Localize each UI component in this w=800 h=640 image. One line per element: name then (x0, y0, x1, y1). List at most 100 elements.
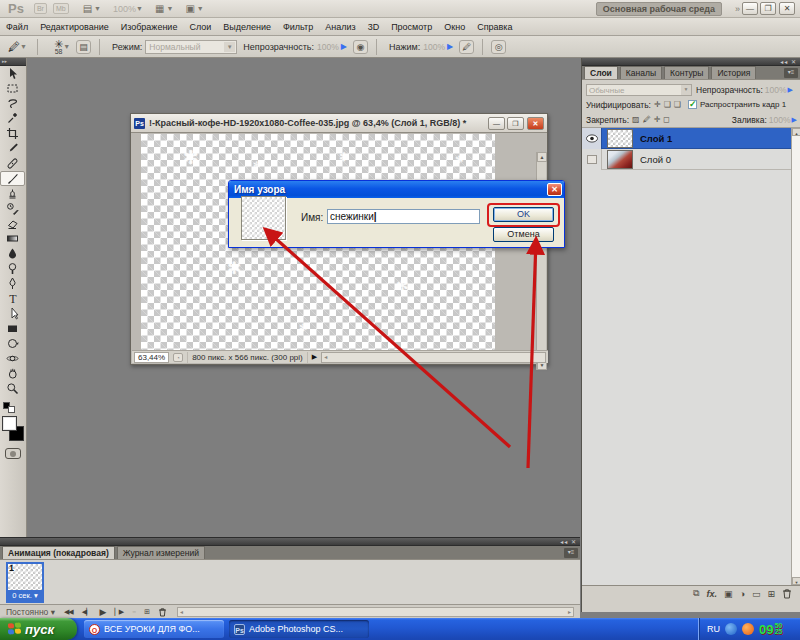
crop-tool[interactable] (0, 126, 25, 141)
flow-slider-arrow[interactable]: ▶ (447, 42, 453, 51)
doc-minimize-button[interactable]: — (488, 117, 505, 130)
lock-all-icon[interactable]: ◻ (663, 115, 670, 124)
eyedropper-tool[interactable] (0, 141, 25, 156)
quick-mask-button[interactable] (5, 448, 21, 459)
eraser-tool[interactable] (0, 216, 25, 231)
layer-thumbnail[interactable] (607, 150, 633, 169)
language-indicator[interactable]: RU (707, 624, 720, 634)
layer-visibility-toggle[interactable] (582, 149, 602, 170)
3d-rotate-tool[interactable] (0, 336, 25, 351)
menu-window[interactable]: Окно (438, 22, 471, 32)
tab-layers[interactable]: Слои (584, 66, 618, 79)
app-minimize-button[interactable]: — (742, 2, 758, 15)
lock-position-icon[interactable]: ✛ (654, 115, 661, 124)
menu-select[interactable]: Выделение (217, 22, 277, 32)
workspace-button[interactable]: Основная рабочая среда (596, 2, 722, 16)
tray-icon-blue[interactable] (725, 623, 737, 635)
taskbar-clock[interactable]: 09 5025 (759, 622, 782, 637)
tray-icon-orange[interactable] (742, 623, 754, 635)
lock-transparency-icon[interactable]: ▨ (632, 115, 640, 124)
status-zoom-field[interactable]: 63,44% (134, 352, 169, 363)
menu-edit[interactable]: Редактирование (34, 22, 115, 32)
magic-wand-tool[interactable] (0, 111, 25, 126)
dropdown-arrow-icon[interactable]: ▼ (224, 42, 235, 52)
new-layer-icon[interactable]: ⊞ (767, 589, 775, 599)
screen-mode-icon[interactable]: ▣ (185, 3, 194, 14)
airbrush-icon[interactable]: ◉ (353, 40, 368, 54)
brush-tool-preset-icon[interactable]: 🖉 (8, 40, 20, 54)
play-icon[interactable]: ▶ (100, 607, 106, 617)
foreground-color-swatch[interactable] (2, 416, 17, 431)
panel-header-bar[interactable]: ◂◂ ✕ (582, 58, 800, 66)
horizontal-scrollbar[interactable]: ◂ (321, 352, 546, 363)
unify-position-icon[interactable]: ✛ (654, 100, 661, 109)
blur-tool[interactable] (0, 246, 25, 261)
workspace-chevron[interactable]: » (735, 4, 740, 14)
rectangular-marquee-tool[interactable] (0, 81, 25, 96)
adjustment-layer-icon[interactable]: ◑ (740, 589, 745, 599)
taskbar-task-photoshop[interactable]: Ps Adobe Photoshop CS... (229, 620, 369, 638)
brush-tool[interactable] (0, 171, 25, 186)
lock-pixels-icon[interactable]: 🖉 (643, 115, 651, 124)
minibridge-icon[interactable]: Mb (53, 3, 69, 14)
dialog-close-icon[interactable]: ✕ (547, 183, 562, 196)
opacity-arrow-icon[interactable]: ▶ (788, 86, 793, 94)
layer-row-1[interactable]: Слой 1 (582, 128, 800, 149)
panel-menu-icon[interactable]: ▾≡ (564, 548, 578, 558)
shape-tool[interactable] (0, 321, 25, 336)
tools-panel-grip[interactable]: ▸▸ (0, 58, 26, 66)
airbrush-toggle-icon[interactable]: 🖉 (459, 40, 474, 54)
unify-style-icon[interactable]: ❏ (674, 100, 681, 109)
tab-animation[interactable]: Анимация (покадровая) (2, 546, 115, 559)
document-title-bar[interactable]: Ps !-Красный-кофе-HD-1920x1080-Coffee-03… (131, 114, 547, 133)
tablet-pressure-icon[interactable]: ◎ (491, 40, 506, 54)
layer-visibility-toggle[interactable] (582, 128, 602, 149)
clone-stamp-tool[interactable] (0, 186, 25, 201)
menu-view[interactable]: Просмотр (385, 22, 438, 32)
hand-tool[interactable] (0, 366, 25, 381)
layer-mask-icon[interactable]: ▣ (724, 589, 733, 599)
3d-orbit-tool[interactable] (0, 351, 25, 366)
status-icon[interactable]: ◔ (173, 353, 183, 362)
scroll-up-icon[interactable]: ▲ (537, 152, 547, 162)
scroll-up-icon[interactable]: ▲ (792, 128, 800, 136)
layer-style-icon[interactable]: fx. (706, 589, 717, 599)
mode-dropdown[interactable]: Нормальный▼ (145, 40, 237, 54)
taskbar-task-browser[interactable]: O ВСЕ УРОКИ ДЛЯ ФО... (84, 620, 224, 638)
pen-tool[interactable] (0, 276, 25, 291)
doc-close-button[interactable]: ✕ (527, 117, 544, 130)
loop-mode-dropdown[interactable]: Постоянно ▾ (6, 607, 55, 617)
layers-scrollbar[interactable]: ▲ ▼ (791, 128, 800, 585)
type-tool[interactable]: T (0, 291, 25, 306)
tween-icon[interactable]: ◦◦ (132, 608, 135, 615)
view-extras-icon[interactable]: ▤ (83, 3, 92, 14)
fill-arrow-icon[interactable]: ▶ (792, 116, 797, 124)
move-tool[interactable] (0, 66, 25, 81)
gradient-tool[interactable] (0, 231, 25, 246)
path-selection-tool[interactable] (0, 306, 25, 321)
menu-image[interactable]: Изображение (115, 22, 184, 32)
brush-preset-picker[interactable]: ✳ 58 (54, 40, 63, 54)
arrange-documents-icon[interactable]: ▦ (155, 3, 164, 14)
blend-mode-dropdown[interactable]: Обычные▼ (586, 84, 692, 96)
previous-frame-icon[interactable]: ◀▏ (82, 608, 91, 616)
bridge-icon[interactable]: Br (34, 3, 47, 14)
menu-file[interactable]: Файл (0, 22, 34, 32)
frame-delay-selector[interactable]: 0 сек. ▾ (8, 590, 42, 601)
layer-group-icon[interactable]: ▭ (752, 589, 761, 599)
first-frame-icon[interactable]: ◀◀ (64, 608, 73, 616)
tab-paths[interactable]: Контуры (664, 66, 709, 79)
animation-scrollbar[interactable]: ◂▸ (177, 607, 574, 617)
history-brush-tool[interactable] (0, 201, 25, 216)
zoom-level-control[interactable]: 100% (113, 4, 136, 14)
opacity-slider-arrow[interactable]: ▶ (341, 42, 347, 51)
panel-menu-icon[interactable]: ▾≡ (784, 68, 798, 78)
menu-filter[interactable]: Фильтр (277, 22, 319, 32)
animation-panel-header[interactable]: ◂◂ ✕ (0, 538, 580, 546)
delete-frame-icon[interactable] (158, 607, 167, 617)
layer-thumbnail[interactable] (607, 129, 633, 148)
dodge-tool[interactable] (0, 261, 25, 276)
tab-measurement-log[interactable]: Журнал измерений (117, 546, 205, 559)
propagate-frame-checkbox[interactable] (688, 100, 697, 109)
layer-name[interactable]: Слой 0 (640, 154, 671, 165)
